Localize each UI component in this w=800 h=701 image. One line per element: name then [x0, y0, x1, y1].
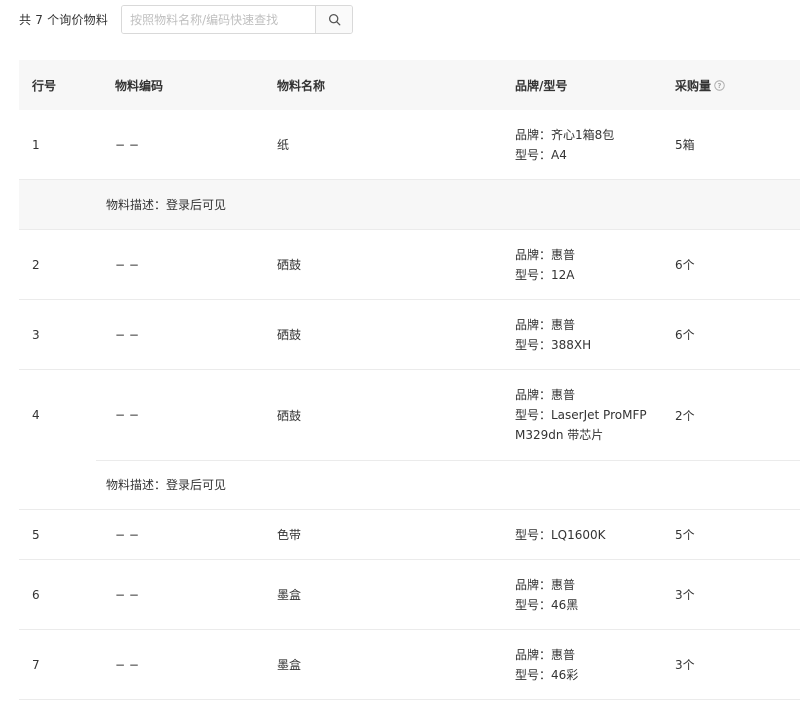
table-row: 6 − − 墨盒 品牌：惠普 型号：46黑 3个 [19, 560, 800, 630]
brand-model: 型号：LQ1600K [515, 510, 655, 559]
search-icon [328, 13, 341, 26]
svg-text:?: ? [718, 81, 722, 89]
model-text: 型号：12A [515, 267, 575, 282]
quantity: 6个 [675, 258, 695, 272]
material-code: − − [115, 408, 139, 422]
brand-text: 品牌：惠普 [515, 388, 576, 402]
quantity: 2个 [675, 408, 695, 423]
material-name: 硒鼓 [277, 258, 302, 272]
model-text: 型号：LQ1600K [515, 527, 606, 542]
brand-text: 品牌：齐心1箱8包 [515, 127, 615, 142]
row-no: 1 [32, 137, 40, 152]
row-no: 6 [32, 587, 40, 602]
header-code: 物料编码 [115, 78, 164, 93]
table-header: 行号 物料编码 物料名称 品牌/型号 采购量 ? [19, 60, 800, 110]
material-name: 纸 [277, 138, 290, 152]
row-no: 5 [32, 527, 40, 542]
model-text: 型号：46彩 [515, 667, 579, 682]
table-row: 5 − − 色带 型号：LQ1600K 5个 [19, 510, 800, 560]
quantity: 3个 [675, 588, 695, 602]
header-brand-model: 品牌/型号 [515, 78, 568, 93]
header-row-no: 行号 [32, 78, 57, 93]
brand-text: 品牌：惠普 [515, 647, 576, 662]
row-no: 4 [32, 408, 40, 422]
material-name: 墨盒 [277, 658, 302, 672]
material-name: 硒鼓 [277, 328, 302, 342]
search-button[interactable] [315, 6, 353, 33]
material-table: 行号 物料编码 物料名称 品牌/型号 采购量 ? 1 − − 纸 品牌：齐心1箱… [19, 60, 800, 700]
model-text: 型号：388XH [515, 337, 592, 352]
material-code: − − [115, 137, 139, 152]
brand-model: 品牌：惠普 型号：46彩 [515, 630, 655, 699]
toolbar: 共 7 个询价物料 [19, 4, 354, 35]
table-row: 3 − − 硒鼓 品牌：惠普 型号：388XH 6个 [19, 300, 800, 370]
brand-model: 品牌：惠普 型号：46黑 [515, 560, 655, 629]
row-no: 7 [32, 657, 40, 672]
brand-model: 品牌：惠普 型号：388XH [515, 300, 655, 369]
material-code: − − [115, 587, 139, 602]
brand-model: 品牌：惠普 型号：12A [515, 230, 655, 299]
header-quantity: 采购量 ? [675, 60, 725, 110]
search-input[interactable] [122, 6, 316, 33]
description-row: 物料描述：登录后可见 [19, 180, 800, 230]
header-quantity-label: 采购量 [675, 78, 712, 93]
brand-model: 品牌：齐心1箱8包 型号：A4 [515, 110, 655, 179]
quantity: 5箱 [675, 138, 695, 152]
brand-model: 品牌：惠普 型号：LaserJet ProMFP M329dn 带芯片 [515, 370, 655, 460]
material-name: 色带 [277, 528, 302, 542]
material-description: 物料描述：登录后可见 [106, 478, 227, 492]
quantity: 3个 [675, 658, 695, 672]
description-row: 物料描述：登录后可见 [19, 460, 800, 510]
table-row: 4 − − 硒鼓 品牌：惠普 型号：LaserJet ProMFP M329dn… [19, 370, 800, 460]
brand-text: 品牌：惠普 [515, 577, 576, 592]
table-row: 7 − − 墨盒 品牌：惠普 型号：46彩 3个 [19, 630, 800, 700]
brand-text: 品牌：惠普 [515, 317, 576, 332]
material-count-label: 共 7 个询价物料 [19, 13, 109, 27]
quantity: 6个 [675, 328, 695, 342]
model-text: 型号：LaserJet ProMFP M329dn 带芯片 [515, 408, 647, 442]
header-name: 物料名称 [277, 78, 326, 93]
search-box [121, 5, 354, 34]
material-code: − − [115, 527, 139, 542]
question-circle-icon[interactable]: ? [714, 79, 725, 91]
model-text: 型号：A4 [515, 147, 567, 162]
material-code: − − [115, 327, 139, 342]
material-name: 墨盒 [277, 588, 302, 602]
table-row: 2 − − 硒鼓 品牌：惠普 型号：12A 6个 [19, 230, 800, 300]
material-description: 物料描述：登录后可见 [106, 198, 227, 212]
quantity: 5个 [675, 528, 695, 542]
material-code: − − [115, 257, 139, 272]
table-row: 1 − − 纸 品牌：齐心1箱8包 型号：A4 5箱 [19, 110, 800, 180]
row-no: 3 [32, 327, 40, 342]
row-no: 2 [32, 257, 40, 272]
brand-text: 品牌：惠普 [515, 247, 576, 262]
material-code: − − [115, 657, 139, 672]
model-text: 型号：46黑 [515, 597, 579, 612]
material-name: 硒鼓 [277, 408, 302, 423]
